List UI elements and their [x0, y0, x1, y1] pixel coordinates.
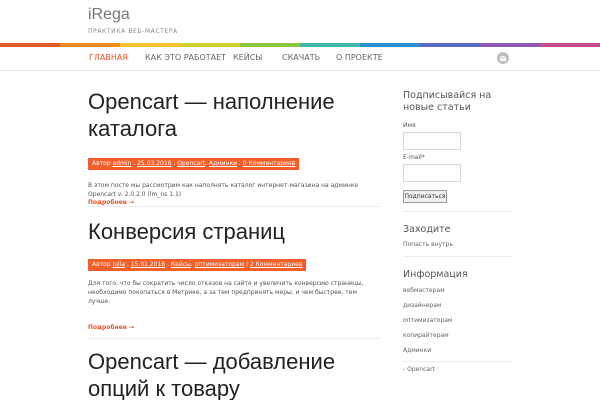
info-link[interactable]: вебмастерам — [403, 287, 515, 302]
read-more-link[interactable]: Подробнее → — [88, 324, 380, 331]
meta-author-link[interactable]: julia — [113, 261, 125, 268]
site-title[interactable]: iRega — [88, 6, 130, 24]
post-2: Конверсия страниц Автор julia , 15.01.20… — [88, 218, 380, 331]
post-excerpt: Для того, что бы сократить число отказов… — [88, 280, 364, 305]
site-description: ПРАКТИКА ВЕБ-МАСТЕРА — [88, 28, 178, 35]
meta-category-link[interactable]: Админки — [209, 160, 237, 167]
meta-author-link[interactable]: admin — [113, 160, 132, 167]
post-divider — [88, 338, 380, 339]
main-nav: ГЛАВНАЯ КАК ЭТО РАБОТАЕТ КЕЙСЫ СКАЧАТЬ О… — [0, 47, 600, 71]
meta-date-link[interactable]: 25.03.2016 — [137, 160, 171, 167]
info-bottom-link[interactable]: - Opencart — [403, 366, 515, 373]
login-link[interactable]: Попасть внутрь — [403, 241, 515, 248]
meta-author-prefix: Автор — [92, 261, 111, 268]
sidebar: Подписывайся на новые статьи Имя E-mail*… — [403, 90, 515, 373]
email-label: E-mail* — [403, 154, 425, 161]
name-field[interactable] — [403, 132, 461, 150]
info-link[interactable]: Админки — [403, 347, 515, 361]
subscribe-button[interactable]: Подписаться — [403, 190, 447, 203]
email-field[interactable] — [403, 164, 461, 182]
post-divider — [88, 206, 380, 207]
post-title[interactable]: Конверсия страниц — [88, 218, 380, 245]
subscribe-widget-title: Подписывайся на новые статьи — [403, 90, 492, 113]
info-link[interactable]: оптимизаторам — [403, 317, 515, 332]
info-link[interactable]: копирайтерам — [403, 332, 515, 347]
login-widget-title: Заходите — [403, 224, 451, 235]
post-meta: Автор julia , 15.01.2016 , Кейсы, оптими… — [88, 259, 307, 271]
nav-item-home[interactable]: ГЛАВНАЯ — [89, 53, 128, 62]
nav-item-about[interactable]: О ПРОЕКТЕ — [336, 53, 383, 62]
read-more-link[interactable]: Подробнее → — [88, 199, 380, 206]
meta-comments-link[interactable]: 2 Комментариев — [250, 261, 302, 268]
info-link[interactable]: дизайнерам — [403, 302, 515, 317]
post-title[interactable]: Opencart — наполнение каталога — [88, 88, 380, 142]
post-3: Opencart — добавление опций к товару — [88, 348, 380, 400]
nav-item-cases[interactable]: КЕЙСЫ — [233, 53, 262, 62]
meta-category-link[interactable]: оптимизаторам — [195, 261, 244, 268]
meta-author-prefix: Автор — [92, 160, 111, 167]
post-meta: Автор admin , 25.03.2016 , Opencart, Адм… — [88, 158, 300, 170]
nav-item-download[interactable]: СКАЧАТЬ — [282, 53, 320, 62]
envelope-icon[interactable] — [497, 52, 509, 64]
meta-date-link[interactable]: 15.01.2016 — [131, 261, 165, 268]
meta-category-link[interactable]: Opencart — [177, 160, 205, 167]
nav-item-how-it-works[interactable]: КАК ЭТО РАБОТАЕТ — [145, 53, 226, 62]
post-excerpt: В этом посте мы рассмотрим как наполнять… — [88, 182, 359, 198]
meta-comments-link[interactable]: 0 Комментариев — [243, 160, 295, 167]
post-1: Opencart — наполнение каталога Автор adm… — [88, 88, 380, 206]
name-label: Имя — [403, 122, 416, 129]
site-header: iRega ПРАКТИКА ВЕБ-МАСТЕРА — [0, 0, 600, 43]
meta-category-link[interactable]: Кейсы — [171, 261, 191, 268]
info-widget-title: Информация — [403, 269, 468, 280]
post-title[interactable]: Opencart — добавление опций к товару — [88, 348, 380, 400]
